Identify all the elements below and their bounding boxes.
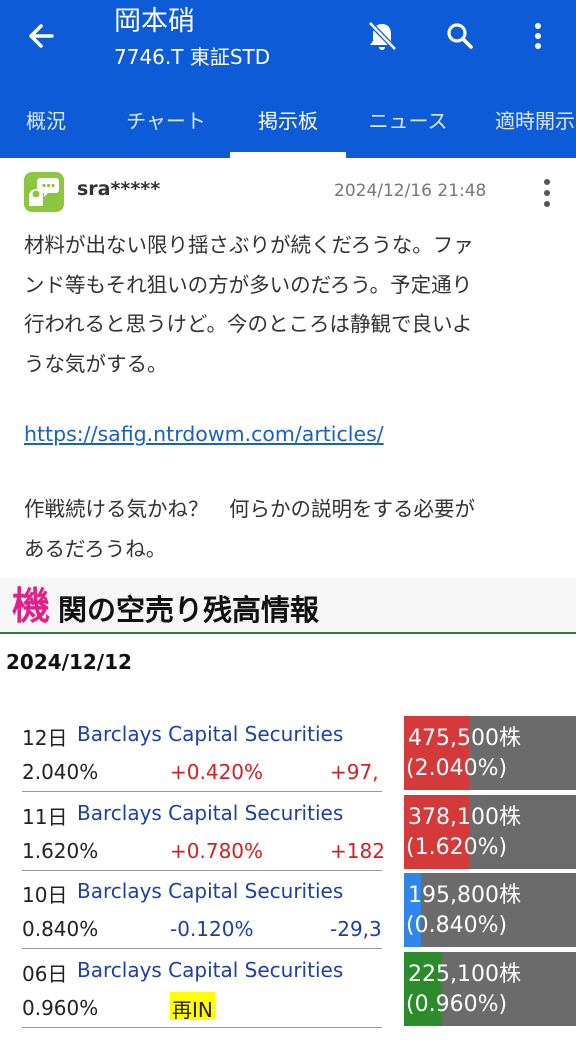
arrow-back-icon[interactable] — [22, 14, 66, 58]
post-body-line: 材料が出ない限り揺さぶりが続くだろうな。ファ — [24, 233, 474, 257]
tab-bar: 概況 チャート 掲示板 ニュース 適時開示 — [0, 96, 576, 158]
row-divider — [22, 791, 382, 792]
post-body-line: うな気がする。 — [24, 351, 168, 376]
tab-overview[interactable]: 概況 — [0, 96, 92, 158]
row-day: 11日 — [22, 805, 68, 829]
bar-pct: (0.840%) — [406, 913, 508, 938]
row-divider — [22, 870, 382, 871]
post-body-line: 行われると思うけど。今のところは静観で良いよ — [24, 312, 473, 336]
bar-shares: 378,100株 — [408, 805, 521, 830]
tab-chart[interactable]: チャート — [104, 96, 228, 158]
row-change: +0.420% — [170, 760, 264, 784]
row-change: +0.780% — [170, 839, 264, 863]
post-body-line: 作戦続ける気かね？ 何らかの説明をする必要が — [24, 497, 475, 521]
row-institution: Barclays Capital Securities — [77, 879, 344, 903]
bar-shares: 475,500株 — [408, 726, 521, 751]
search-icon[interactable] — [438, 14, 482, 58]
bar-pct: (1.620%) — [406, 835, 508, 860]
row-change: -0.120% — [170, 917, 254, 941]
row-pct: 1.620% — [22, 839, 99, 863]
row-pct: 0.840% — [22, 917, 99, 941]
post-link[interactable]: https://safig.ntrdowm.com/articles/ — [24, 416, 384, 452]
row-shares-delta: +182 — [330, 839, 384, 863]
post-body-2: 作戦続ける気かね？ 何らかの説明をする必要が あるだろうね。 — [24, 490, 556, 569]
bar-pct: (2.040%) — [406, 756, 508, 781]
tab-board[interactable]: 掲示板 — [230, 96, 346, 158]
more-vert-icon[interactable] — [516, 14, 560, 58]
stock-code: 7746.T 東証STD — [114, 45, 271, 69]
post-datetime: 2024/12/16 21:48 — [334, 181, 487, 201]
row-shares-delta: -29,3 — [330, 917, 382, 941]
post-more-icon[interactable] — [536, 176, 558, 210]
banner-title: 関の空売り残高情報 — [58, 593, 320, 627]
short-position-row: 195,800株 (0.840%) 10日 Barclays Capital S… — [0, 873, 576, 951]
row-day: 06日 — [22, 962, 68, 986]
row-day: 12日 — [22, 726, 68, 750]
row-institution: Barclays Capital Securities — [77, 958, 344, 982]
row-shares-delta: +97, — [330, 760, 379, 784]
row-pct: 2.040% — [22, 760, 99, 784]
row-pct: 0.960% — [22, 996, 99, 1020]
row-institution: Barclays Capital Securities — [77, 722, 344, 746]
tab-news[interactable]: ニュース — [350, 96, 466, 158]
app-bar: 岡本硝 7746.T 東証STD 概況 チャート 掲示板 ニュース 適時開示 — [0, 0, 576, 158]
bar-pct: (0.960%) — [406, 992, 508, 1017]
banner-first-char: 機 — [12, 584, 51, 628]
bar-shares: 195,800株 — [408, 883, 521, 908]
row-divider — [22, 948, 382, 949]
short-position-row: 378,100株 (1.620%) 11日 Barclays Capital S… — [0, 795, 576, 873]
stock-header: 岡本硝 7746.T 東証STD — [114, 4, 270, 72]
bar-shares: 225,100株 — [408, 962, 521, 987]
reentry-badge: 再IN — [170, 992, 215, 1022]
short-position-row: 225,100株 (0.960%) 06日 Barclays Capital S… — [0, 952, 576, 1030]
post-body-line: ンド等もそれ狙いの方が多いのだろう。予定通り — [24, 272, 473, 297]
post-body: 材料が出ない限り揺さぶりが続くだろうな。ファ ンド等もそれ狙いの方が多いのだろう… — [24, 226, 556, 384]
short-position-row: 475,500株 (2.040%) 12日 Barclays Capital S… — [0, 716, 576, 794]
bell-off-icon[interactable] — [360, 14, 404, 58]
tab-disclosure[interactable]: 適時開示 — [480, 96, 576, 158]
row-day: 10日 — [22, 883, 68, 907]
row-divider — [22, 1027, 382, 1028]
stock-name: 岡本硝 — [114, 6, 195, 37]
avatar[interactable] — [24, 172, 64, 212]
row-institution: Barclays Capital Securities — [77, 801, 344, 825]
post-body-line: あるだろうね。 — [24, 536, 167, 561]
post-username[interactable]: sra***** — [77, 178, 160, 200]
image-date: 2024/12/12 — [6, 650, 132, 674]
